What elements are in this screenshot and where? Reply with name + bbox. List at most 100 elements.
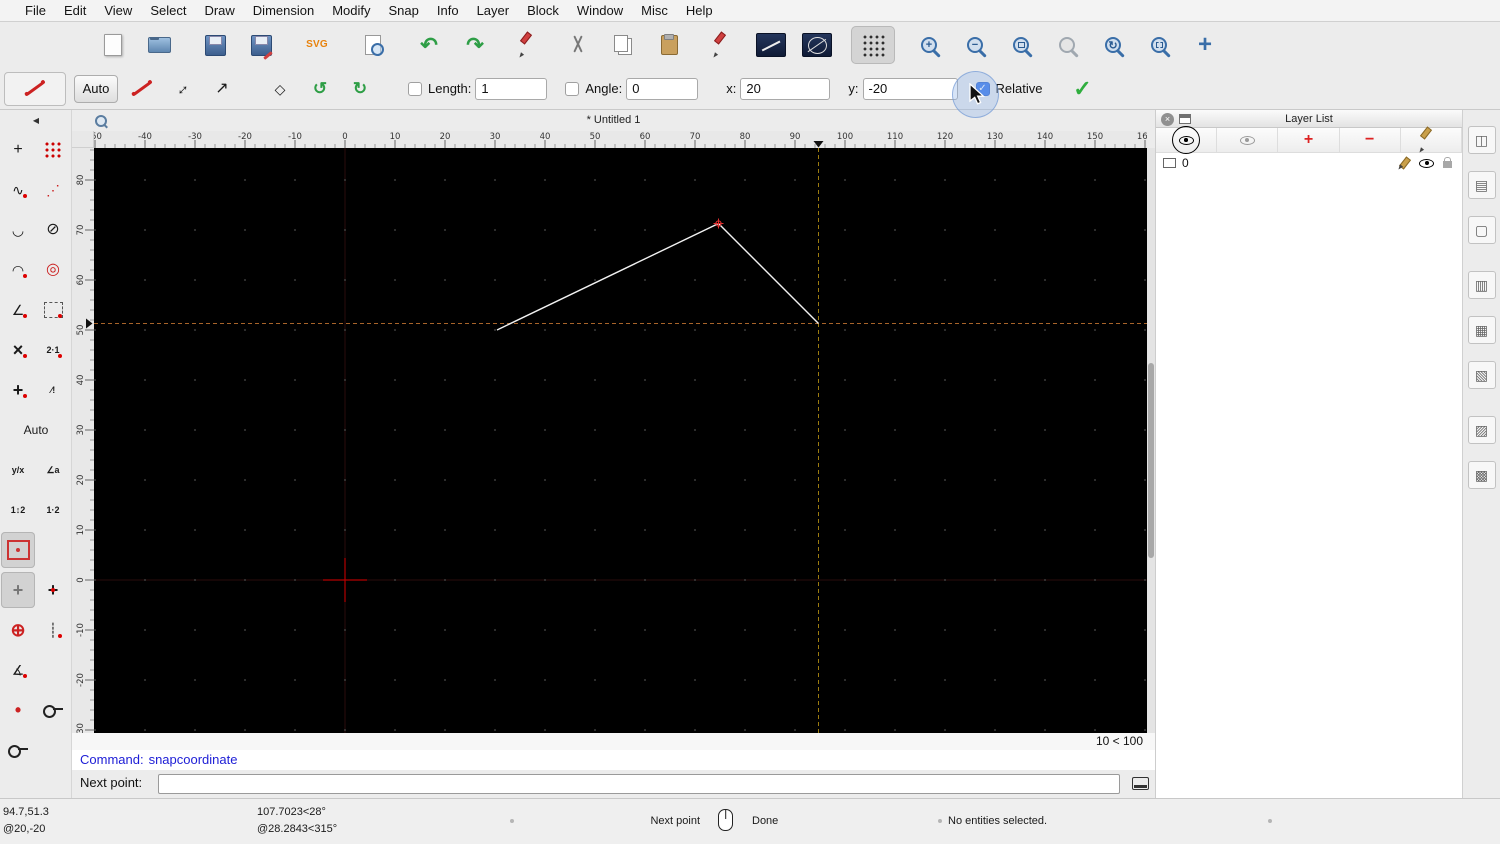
set-distance-vertical-button[interactable]: 1↕2 (1, 492, 35, 528)
zoom-window-button[interactable] (1137, 26, 1181, 64)
relative-zero-marker-button[interactable]: ⊕ (1, 612, 35, 648)
line-tool-button[interactable] (749, 26, 793, 64)
snap-arc-button[interactable]: ◡ (1, 212, 35, 248)
snap-restriction-button[interactable]: ∕! (36, 372, 70, 408)
cut-button[interactable] (555, 26, 599, 64)
polyline-option-button[interactable]: ◇ (260, 74, 300, 104)
open-file-button[interactable] (137, 26, 181, 64)
add-layer-button[interactable]: + (1278, 128, 1340, 152)
dock-panel-button-6[interactable]: ▧ (1467, 361, 1496, 389)
snap-endpoint-button[interactable]: ∿ (1, 172, 35, 208)
layer-edit-icon[interactable] (1396, 156, 1410, 171)
zoom-previous-button[interactable] (1045, 26, 1089, 64)
vertical-snap-button[interactable]: ┊ (36, 612, 70, 648)
snap-center-button[interactable]: ◎ (36, 252, 70, 288)
delete-button[interactable] (509, 26, 553, 64)
menu-layer[interactable]: Layer (468, 3, 519, 18)
length-input[interactable] (475, 77, 548, 100)
angle-input[interactable] (626, 77, 699, 100)
toggle-keyboard-button[interactable] (1132, 777, 1149, 790)
float-panel-button[interactable] (1179, 114, 1191, 124)
menu-window[interactable]: Window (568, 3, 632, 18)
dock-panel-button-2[interactable]: ▤ (1467, 171, 1496, 199)
close-panel-button[interactable]: × (1161, 112, 1174, 126)
drawing-canvas[interactable] (94, 148, 1147, 733)
scrollbar-thumb[interactable] (1148, 363, 1154, 558)
save-as-button[interactable] (239, 26, 283, 64)
unlock-relative-zero-button[interactable] (1, 732, 35, 768)
y-input[interactable] (862, 77, 958, 100)
menu-file[interactable]: File (16, 3, 55, 18)
x-input[interactable] (740, 77, 831, 100)
redo-button[interactable]: ↷ (453, 26, 497, 64)
dock-panel-button-7[interactable]: ▨ (1467, 416, 1496, 444)
print-preview-button[interactable] (351, 26, 395, 64)
layer-row[interactable]: 0 (1156, 153, 1462, 173)
dock-panel-button-5[interactable]: ▦ (1467, 316, 1496, 344)
menu-select[interactable]: Select (141, 3, 195, 18)
grid-plus-button[interactable]: + (1, 572, 35, 608)
zoom-in-button[interactable]: + (907, 26, 951, 64)
snap-grid-button[interactable] (36, 132, 70, 168)
snap-middle-button[interactable]: 2·1 (36, 332, 70, 368)
menu-modify[interactable]: Modify (323, 3, 379, 18)
dock-panel-button-4[interactable]: ▥ (1467, 271, 1496, 299)
menu-info[interactable]: Info (428, 3, 468, 18)
snap-auto-dropdown[interactable]: Auto (74, 74, 118, 103)
ellipse-tool-button[interactable] (795, 26, 839, 64)
snap-free-button[interactable]: + (1, 132, 35, 168)
zoom-redraw-button[interactable]: ↻ (1091, 26, 1135, 64)
grid-toggle-button[interactable] (851, 26, 895, 64)
hide-inactive-layers-button[interactable] (1217, 128, 1279, 152)
menu-dimension[interactable]: Dimension (244, 3, 323, 18)
menu-draw[interactable]: Draw (195, 3, 243, 18)
menu-view[interactable]: View (95, 3, 141, 18)
undo-button[interactable]: ↶ (407, 26, 451, 64)
show-all-layers-button[interactable] (1156, 126, 1218, 154)
line-bidirectional-button[interactable]: ↔ (162, 74, 202, 104)
remove-layer-button[interactable]: − (1340, 128, 1401, 152)
segment-redo-button[interactable]: ↻ (340, 74, 380, 104)
restrict-orthogonal-button[interactable]: y/x (1, 452, 35, 488)
zoom-auto-button[interactable] (999, 26, 1043, 64)
confirm-button[interactable]: ✓ (1062, 73, 1102, 105)
menu-block[interactable]: Block (518, 3, 568, 18)
paste-button[interactable] (647, 26, 691, 64)
command-input[interactable] (158, 774, 1120, 794)
layer-lock-icon[interactable] (1443, 157, 1452, 168)
active-tool-indicator[interactable] (4, 71, 66, 106)
lock-relative-zero-button[interactable] (36, 692, 70, 728)
menu-help[interactable]: Help (677, 3, 722, 18)
zoom-pan-button[interactable]: + (1183, 26, 1227, 64)
set-distance-horizontal-button[interactable]: 1·2 (36, 492, 70, 528)
dock-panel-button-3[interactable]: ▢ (1467, 216, 1496, 244)
restriction-auto-button[interactable]: Auto (1, 412, 71, 448)
dock-panel-button-8[interactable]: ▩ (1467, 461, 1496, 489)
layer-visible-icon[interactable] (1419, 158, 1434, 168)
vertical-scrollbar[interactable] (1147, 148, 1155, 733)
svg-export-button[interactable]: SVG (295, 26, 339, 64)
segment-undo-button[interactable]: ↺ (300, 74, 340, 104)
length-checkbox[interactable] (408, 81, 422, 96)
set-relative-zero-button[interactable]: • (1, 692, 35, 728)
save-button[interactable] (193, 26, 237, 64)
angle-checkbox[interactable] (565, 81, 580, 96)
restrict-angle-button[interactable]: ∠a (36, 452, 70, 488)
snap-selected-button[interactable] (1, 532, 35, 568)
snap-intersection-button[interactable]: × (1, 332, 35, 368)
snap-distance-button[interactable]: + (1, 372, 35, 408)
zoom-out-button[interactable]: − (953, 26, 997, 64)
draw-pen-button[interactable] (703, 26, 747, 64)
layer-select-box[interactable] (1163, 158, 1176, 168)
copy-button[interactable] (601, 26, 645, 64)
new-document-button[interactable] (91, 26, 135, 64)
snap-on-entity-button[interactable] (36, 292, 70, 328)
line-mode-button[interactable] (122, 74, 162, 104)
snap-on-path-button[interactable]: ⋰ (36, 172, 70, 208)
menu-snap[interactable]: Snap (380, 3, 428, 18)
line-direction-button[interactable]: ↗ (202, 74, 242, 104)
dock-panel-button-1[interactable]: ◫ (1467, 126, 1496, 154)
menu-misc[interactable]: Misc (632, 3, 677, 18)
snap-tangent-button[interactable]: ∠ (1, 292, 35, 328)
snap-arc-center-button[interactable]: ◠ (1, 252, 35, 288)
